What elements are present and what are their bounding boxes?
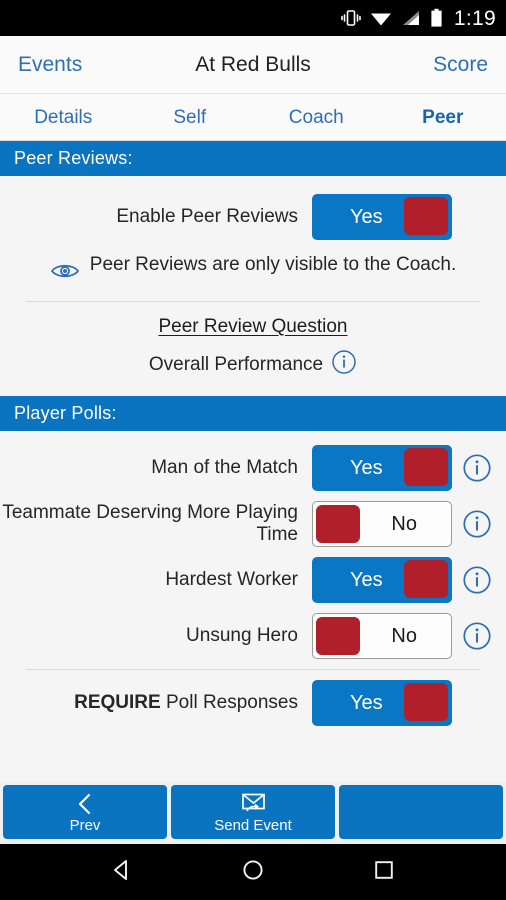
toggle-value-label: No [391,625,417,647]
empty-button[interactable] [339,785,503,839]
recents-icon[interactable] [371,857,397,888]
battery-icon [430,8,443,28]
home-icon[interactable] [240,857,266,888]
hardest-worker-toggle[interactable]: Yes [312,557,452,603]
prev-button[interactable]: Prev [3,785,167,839]
info-icon[interactable] [462,621,492,651]
unsung-hero-toggle[interactable]: No [312,613,452,659]
bottom-button-bar: Prev Send Event [0,782,506,844]
section-header-player-polls: Player Polls: [0,396,506,431]
info-icon[interactable] [462,453,492,483]
require-rest-text: Poll Responses [160,692,298,714]
row-hardest-worker: Hardest Worker Yes [0,547,506,603]
toggle-thumb[interactable] [404,683,448,721]
require-poll-responses-toggle[interactable]: Yes [312,680,452,726]
enable-peer-reviews-toggle[interactable]: Yes [312,194,452,240]
toggle-value-label: Yes [350,569,383,591]
toggle-thumb[interactable] [404,197,448,235]
peer-review-question-value: Overall Performance [148,354,324,375]
row-man-of-the-match: Man of the Match Yes [0,431,506,491]
require-poll-responses-label: REQUIRE Poll Responses [0,692,312,714]
peer-reviews-visibility-note: Peer Reviews are only visible to the Coa… [0,240,506,291]
tab-details[interactable]: Details [0,108,127,127]
app-bar: Events At Red Bulls Score [0,36,506,94]
peer-review-question-value-row[interactable]: Overall Performance [0,338,506,381]
divider-question [26,301,480,302]
row-teammate-deserving-more-playing-time: Teammate Deserving More Playing Time No [0,491,506,547]
phone-screen: 1:19 Events At Red Bulls Score Details S… [0,0,506,900]
man-of-the-match-label: Man of the Match [151,457,298,479]
tab-coach[interactable]: Coach [253,108,380,127]
send-event-button[interactable]: Send Event [171,785,335,839]
back-icon[interactable] [109,857,135,888]
toggle-thumb[interactable] [404,448,448,486]
unsung-hero-label: Unsung Hero [186,625,298,647]
send-event-button-label: Send Event [214,816,292,834]
toggle-value-label: Yes [350,206,383,228]
hardest-worker-label: Hardest Worker [165,569,298,591]
content-area: Peer Reviews: Enable Peer Reviews Yes Pe… [0,141,506,782]
toggle-thumb[interactable] [404,560,448,598]
require-bold-text: REQUIRE [74,692,161,714]
toggle-value-label: Yes [350,457,383,479]
android-nav-bar [0,844,506,900]
eye-icon [50,262,80,285]
row-enable-peer-reviews: Enable Peer Reviews Yes [0,176,506,240]
page-title: At Red Bulls [195,52,311,76]
vibrate-icon [341,9,361,27]
info-icon[interactable] [331,349,357,381]
prev-button-label: Prev [69,816,101,834]
enable-peer-reviews-label: Enable Peer Reviews [116,206,298,228]
chevron-left-icon [75,792,95,816]
section-header-peer-reviews: Peer Reviews: [0,141,506,176]
toggle-thumb[interactable] [316,505,360,543]
toggle-value-label: No [391,513,417,535]
status-clock: 1:19 [453,6,496,30]
teammate-deserving-label: Teammate Deserving More Playing Time [2,502,298,545]
tab-self[interactable]: Self [127,108,254,127]
peer-review-question-title: Peer Review Question [158,316,348,337]
man-of-the-match-toggle[interactable]: Yes [312,445,452,491]
toggle-thumb[interactable] [316,617,360,655]
peer-reviews-note-text: Peer Reviews are only visible to the Coa… [89,254,457,275]
tab-bar: Details Self Coach Peer [0,94,506,141]
score-button[interactable]: Score [398,53,488,77]
divider-require [26,669,480,670]
row-require-poll-responses: REQUIRE Poll Responses Yes [0,680,506,726]
send-mail-icon [238,792,268,816]
signal-icon [401,9,421,27]
peer-review-question-block: Peer Review Question Overall Performance [0,312,506,381]
row-unsung-hero: Unsung Hero No [0,603,506,659]
teammate-deserving-toggle[interactable]: No [312,501,452,547]
tab-peer[interactable]: Peer [380,108,506,127]
info-icon[interactable] [462,565,492,595]
status-bar: 1:19 [0,0,506,36]
back-events-button[interactable]: Events [18,53,108,77]
toggle-value-label: Yes [350,692,383,714]
wifi-icon [370,9,392,27]
info-icon[interactable] [462,509,492,539]
